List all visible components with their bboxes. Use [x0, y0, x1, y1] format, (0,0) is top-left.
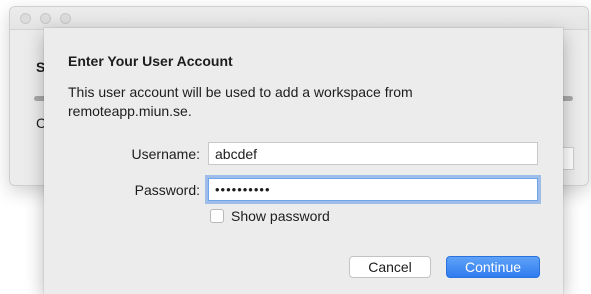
show-password-checkbox[interactable]	[210, 209, 224, 223]
minimize-window-icon[interactable]	[40, 13, 51, 24]
dialog-title: Enter Your User Account	[68, 53, 233, 69]
username-field[interactable]: abcdef	[208, 142, 538, 165]
user-account-sheet: Enter Your User Account This user accoun…	[44, 28, 563, 294]
username-value: abcdef	[215, 146, 258, 162]
continue-button[interactable]: Continue	[446, 256, 540, 278]
dialog-description: This user account will be used to add a …	[68, 84, 413, 119]
username-label: Username:	[131, 146, 200, 162]
show-password-label[interactable]: Show password	[231, 208, 330, 224]
cancel-button[interactable]: Cancel	[349, 256, 431, 278]
zoom-window-icon[interactable]	[60, 13, 71, 24]
password-masked-value: ••••••••••	[215, 182, 271, 197]
background-titlebar	[10, 7, 588, 30]
show-password-row[interactable]: Show password	[210, 208, 330, 224]
close-window-icon[interactable]	[20, 13, 31, 24]
password-label: Password:	[134, 182, 200, 198]
password-field[interactable]: ••••••••••	[208, 178, 538, 201]
